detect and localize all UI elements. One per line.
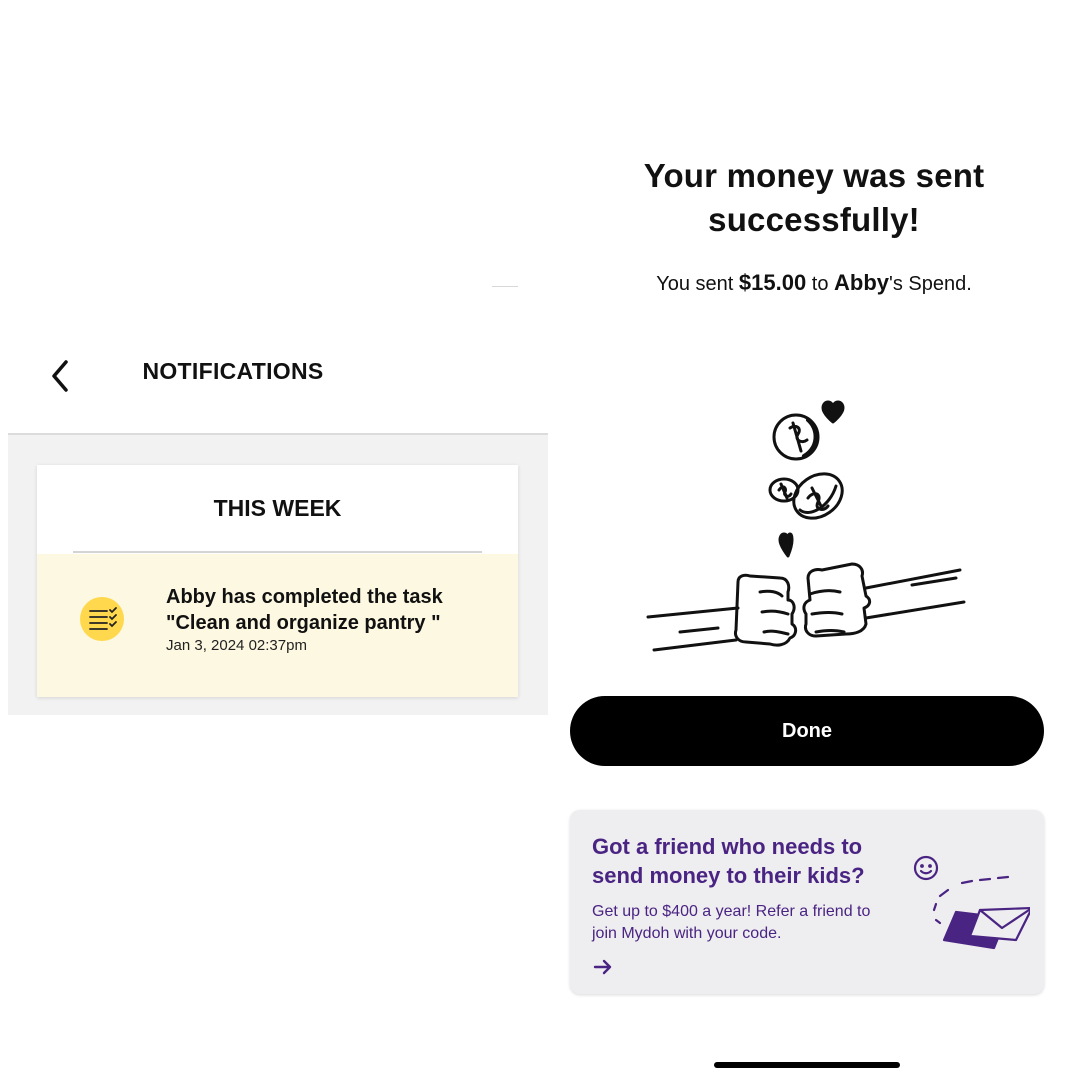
referral-promo-card[interactable]: Got a friend who needs to send money to … <box>570 810 1044 994</box>
notifications-screen: NOTIFICATIONS THIS WEEK Abby has complet… <box>0 0 548 1080</box>
notifications-list-area: THIS WEEK Abby has completed the task "C… <box>8 435 548 715</box>
page-title: NOTIFICATIONS <box>142 358 324 384</box>
transfer-summary: You sent $15.00 to Abby's Spend. <box>656 270 972 295</box>
notification-item[interactable]: Abby has completed the task "Clean and o… <box>37 554 518 697</box>
task-checklist-icon <box>80 597 124 641</box>
done-button[interactable]: Done <box>570 696 1044 766</box>
section-title: THIS WEEK <box>213 495 342 521</box>
arrow-right-icon <box>593 959 612 975</box>
notification-timestamp: Jan 3, 2024 02:37pm <box>166 637 307 654</box>
nav-bar: NOTIFICATIONS <box>8 330 548 434</box>
home-indicator[interactable] <box>714 1062 900 1068</box>
section-divider <box>73 551 482 553</box>
notifications-card: THIS WEEK Abby has completed the task "C… <box>37 465 518 697</box>
fist-bump-coins-illustration <box>646 400 966 652</box>
success-heading: Your money was sent successfully! <box>643 157 985 238</box>
promo-body: Get up to $400 a year! Refer a friend to… <box>592 903 871 942</box>
recipient-name: Abby <box>834 270 889 295</box>
transfer-success-screen: Your money was sent successfully! You se… <box>548 0 1080 1080</box>
notification-message: Abby has completed the task "Clean and o… <box>166 586 443 634</box>
transfer-amount: $15.00 <box>738 270 807 295</box>
divider <box>492 286 518 287</box>
section-header: THIS WEEK <box>37 465 518 553</box>
promo-title: Got a friend who needs to send money to … <box>592 834 865 888</box>
promo-arrow-button[interactable] <box>592 956 614 978</box>
envelope-send-illustration <box>913 855 1030 950</box>
